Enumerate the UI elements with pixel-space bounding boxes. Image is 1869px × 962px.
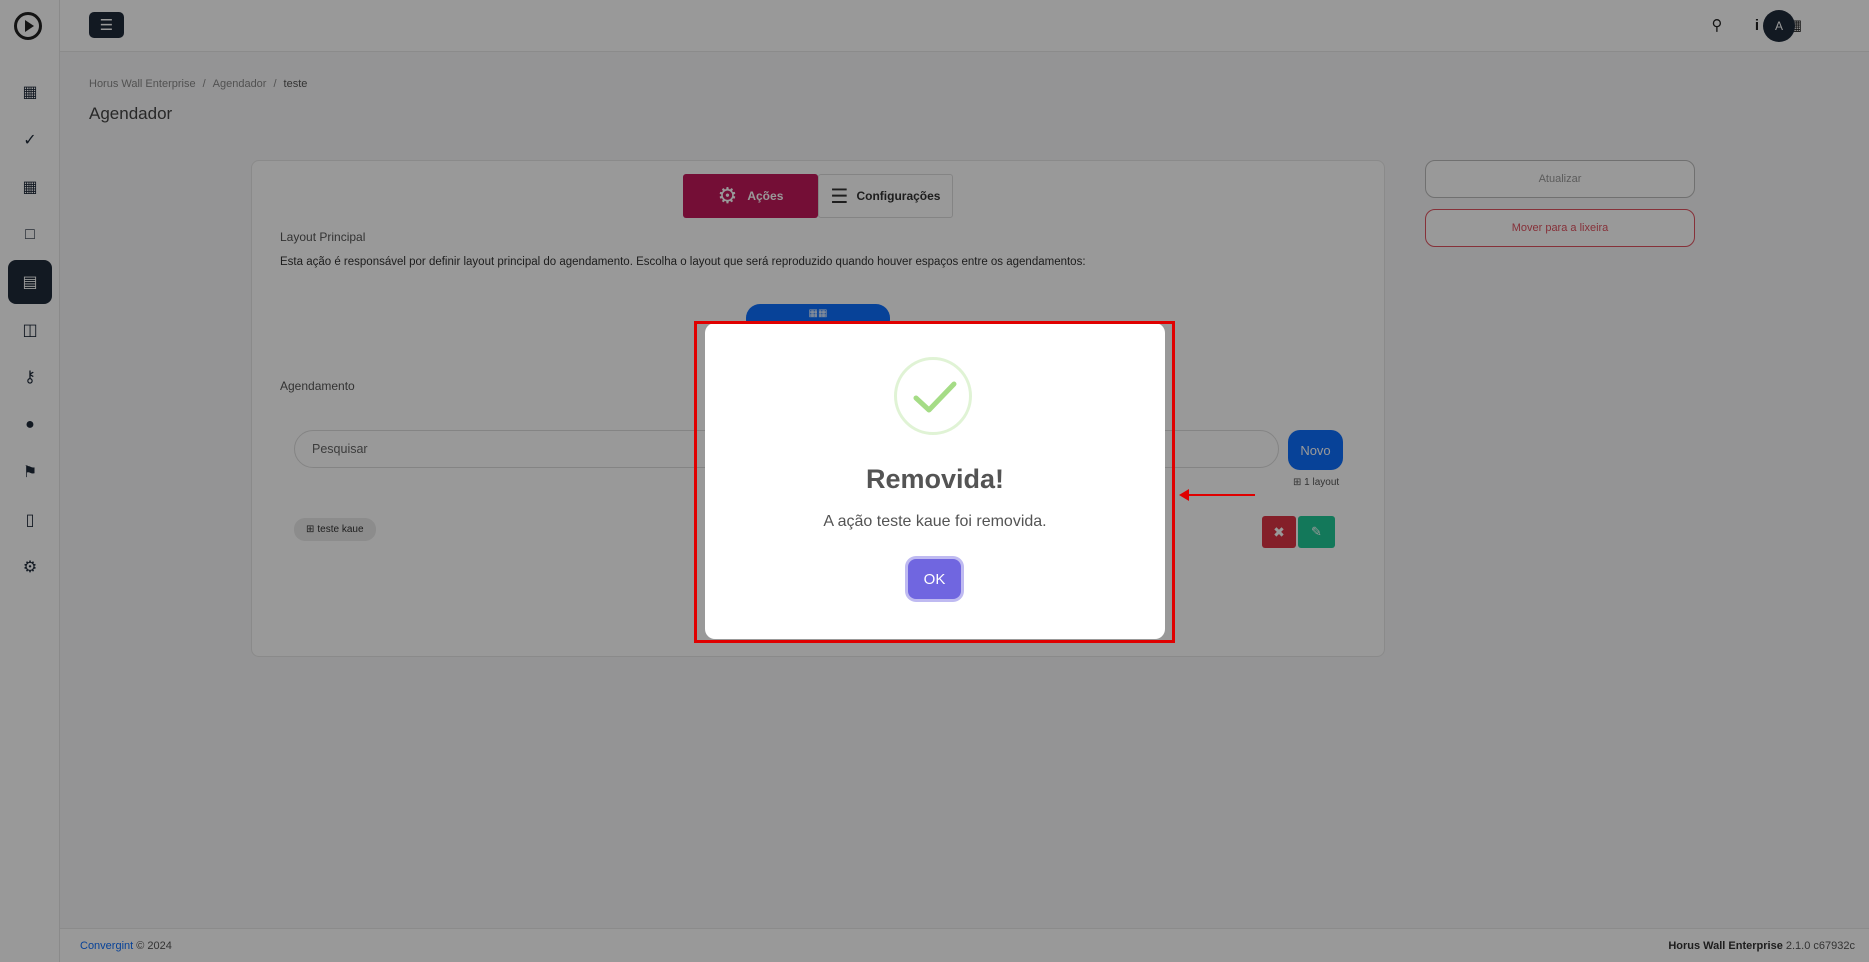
annotation-highlight-box [694,321,1175,643]
annotation-arrow [1179,489,1255,501]
